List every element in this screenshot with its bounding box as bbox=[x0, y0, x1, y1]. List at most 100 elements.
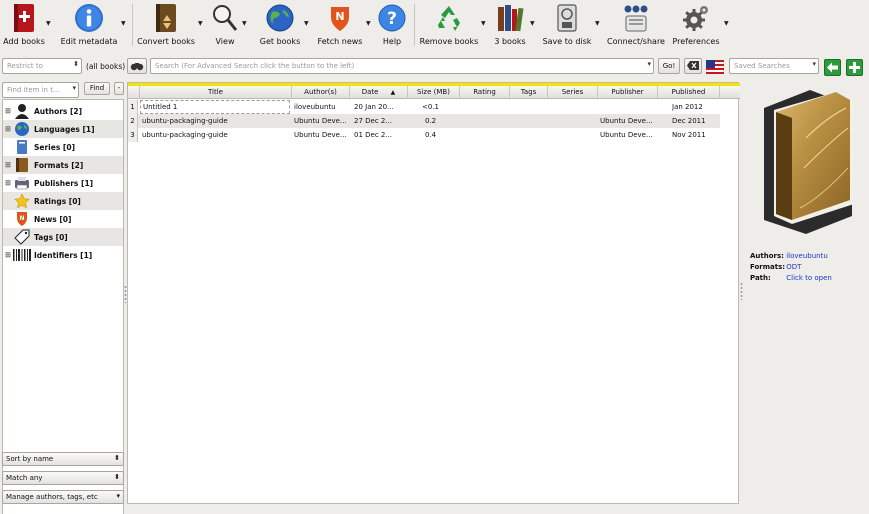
preferences-dropdown-icon[interactable]: ▼ bbox=[724, 20, 729, 27]
edit-metadata-button[interactable]: Edit metadata bbox=[61, 2, 117, 48]
find-item-input[interactable]: Find item in t... ▾ bbox=[2, 82, 79, 98]
save-to-disk-button[interactable]: Save to disk bbox=[543, 2, 591, 48]
books-count-label: 3 books bbox=[494, 37, 526, 46]
find-button[interactable]: Find bbox=[84, 82, 110, 95]
table-row[interactable]: 1 Untitled 1 iloveubuntu 20 Jan 20... <0… bbox=[128, 100, 720, 114]
cell-size[interactable]: 0.4 bbox=[425, 128, 461, 142]
globe-icon bbox=[13, 121, 31, 137]
cell-title[interactable]: ubuntu-packaging-guide bbox=[142, 114, 290, 128]
book-cover[interactable] bbox=[750, 88, 860, 238]
collapse-button[interactable]: - bbox=[114, 82, 124, 95]
manage-button[interactable]: Manage authors, tags, etc ▾ bbox=[2, 490, 124, 504]
cell-publisher[interactable] bbox=[600, 100, 658, 114]
column-header-rating[interactable]: Rating bbox=[460, 86, 510, 99]
add-books-icon bbox=[9, 2, 39, 34]
column-header-published[interactable]: Published bbox=[658, 86, 720, 99]
column-header-date[interactable]: Date ▲ bbox=[350, 86, 408, 99]
detail-authors-link[interactable]: iloveubuntu bbox=[786, 252, 828, 260]
edit-metadata-dropdown-icon[interactable]: ▼ bbox=[121, 20, 126, 27]
column-header-tags[interactable]: Tags bbox=[510, 86, 548, 99]
sort-by-combo[interactable]: Sort by name ⬍ bbox=[2, 452, 124, 466]
save-to-disk-dropdown-icon[interactable]: ▼ bbox=[595, 20, 600, 27]
clear-search-button[interactable] bbox=[684, 58, 702, 74]
tree-item-news[interactable]: N News [0] bbox=[3, 210, 123, 228]
cell-title[interactable]: Untitled 1 bbox=[140, 100, 290, 114]
column-header-authors[interactable]: Author(s) bbox=[292, 86, 350, 99]
cell-title[interactable]: ubuntu-packaging-guide bbox=[142, 128, 290, 142]
tree-item-languages[interactable]: ⊞ Languages [1] bbox=[3, 120, 123, 138]
globe-icon bbox=[265, 2, 295, 34]
help-label: Help bbox=[382, 37, 402, 46]
connect-share-label: Connect/share bbox=[607, 37, 665, 46]
search-input[interactable]: Search (For Advanced Search click the bu… bbox=[150, 58, 654, 74]
expand-icon[interactable]: ⊞ bbox=[3, 161, 13, 169]
cell-published[interactable]: Nov 2011 bbox=[672, 128, 720, 142]
go-button[interactable]: Go! bbox=[658, 58, 680, 74]
column-header-title[interactable]: Title bbox=[140, 86, 292, 99]
search-bar: Restrict to ⬍ (all books) Search (For Ad… bbox=[0, 58, 869, 78]
detail-path-link[interactable]: Click to open bbox=[786, 274, 832, 282]
tree-item-label: Authors [2] bbox=[34, 106, 83, 116]
table-row[interactable]: 3 ubuntu-packaging-guide Ubuntu Deve... … bbox=[128, 128, 720, 142]
tree-item-authors[interactable]: ⊞ Authors [2] bbox=[3, 102, 123, 120]
cell-author[interactable]: Ubuntu Deve... bbox=[294, 114, 350, 128]
cell-date[interactable]: 01 Dec 2... bbox=[354, 128, 408, 142]
advanced-search-button[interactable] bbox=[127, 58, 147, 74]
tree-item-formats[interactable]: ⊞ Formats [2] bbox=[3, 156, 123, 174]
detail-formats-link[interactable]: ODT bbox=[786, 263, 801, 271]
remove-books-button[interactable]: Remove books bbox=[420, 2, 478, 48]
column-header-size[interactable]: Size (MB) bbox=[408, 86, 460, 99]
convert-books-dropdown-icon[interactable]: ▼ bbox=[198, 20, 203, 27]
book-icon bbox=[13, 157, 31, 173]
toolbar-separator bbox=[414, 4, 415, 46]
tree-item-ratings[interactable]: Ratings [0] bbox=[3, 192, 123, 210]
cell-publisher[interactable]: Ubuntu Deve... bbox=[600, 128, 658, 142]
match-combo[interactable]: Match any ⬍ bbox=[2, 471, 124, 485]
cell-size[interactable]: <0.1 bbox=[422, 100, 458, 114]
expand-icon[interactable]: ⊞ bbox=[3, 125, 13, 133]
cell-author[interactable]: Ubuntu Deve... bbox=[294, 128, 350, 142]
restrict-to-combo[interactable]: Restrict to ⬍ bbox=[2, 58, 82, 74]
tree-item-publishers[interactable]: ⊞ Publishers [1] bbox=[3, 174, 123, 192]
cell-publisher[interactable]: Ubuntu Deve... bbox=[600, 114, 658, 128]
cell-published[interactable]: Jan 2012 bbox=[672, 100, 720, 114]
library-dropdown-icon[interactable]: ▼ bbox=[530, 20, 535, 27]
saved-searches-combo[interactable]: Saved Searches ▾ bbox=[729, 58, 819, 74]
chevron-down-icon: ▾ bbox=[72, 84, 76, 92]
column-header-date-label: Date bbox=[361, 88, 379, 96]
tree-item-tags[interactable]: Tags [0] bbox=[3, 228, 123, 246]
connect-share-button[interactable]: Connect/share bbox=[607, 2, 665, 48]
expand-icon[interactable]: ⊞ bbox=[3, 179, 13, 187]
column-header-series[interactable]: Series bbox=[548, 86, 598, 99]
save-search-button[interactable] bbox=[846, 59, 863, 76]
table-row[interactable]: 2 ubuntu-packaging-guide Ubuntu Deve... … bbox=[128, 114, 720, 128]
remove-books-dropdown-icon[interactable]: ▼ bbox=[481, 20, 486, 27]
preferences-button[interactable]: Preferences bbox=[672, 2, 720, 48]
add-books-dropdown-icon[interactable]: ▼ bbox=[46, 20, 51, 27]
add-books-button[interactable]: Add books bbox=[3, 2, 45, 48]
cell-date[interactable]: 27 Dec 2... bbox=[354, 114, 408, 128]
tree-item-identifiers[interactable]: ⊞ Identifiers [1] bbox=[3, 246, 123, 264]
copy-search-button[interactable] bbox=[824, 59, 841, 76]
get-books-button[interactable]: Get books bbox=[260, 2, 300, 48]
cell-author[interactable]: iloveubuntu bbox=[294, 100, 350, 114]
fetch-news-button[interactable]: N Fetch news bbox=[318, 2, 362, 48]
right-splitter-handle[interactable] bbox=[740, 282, 743, 300]
view-dropdown-icon[interactable]: ▼ bbox=[242, 20, 247, 27]
column-header-publisher[interactable]: Publisher bbox=[598, 86, 658, 99]
tree-item-series[interactable]: Series [0] bbox=[3, 138, 123, 156]
library-icon bbox=[495, 2, 525, 34]
cell-date[interactable]: 20 Jan 20... bbox=[354, 100, 408, 114]
convert-books-button[interactable]: Convert books bbox=[137, 2, 195, 48]
svg-text:N: N bbox=[335, 10, 344, 23]
expand-icon[interactable]: ⊞ bbox=[3, 107, 13, 115]
get-books-dropdown-icon[interactable]: ▼ bbox=[304, 20, 309, 27]
library-button[interactable]: 3 books bbox=[494, 2, 526, 48]
highlight-toggle-icon[interactable] bbox=[705, 59, 725, 75]
fetch-news-dropdown-icon[interactable]: ▼ bbox=[366, 20, 371, 27]
cell-size[interactable]: 0.2 bbox=[425, 114, 461, 128]
view-button[interactable]: View bbox=[212, 2, 238, 48]
cell-published[interactable]: Dec 2011 bbox=[672, 114, 720, 128]
expand-icon[interactable]: ⊞ bbox=[3, 251, 13, 259]
help-button[interactable]: ? Help bbox=[378, 2, 406, 48]
